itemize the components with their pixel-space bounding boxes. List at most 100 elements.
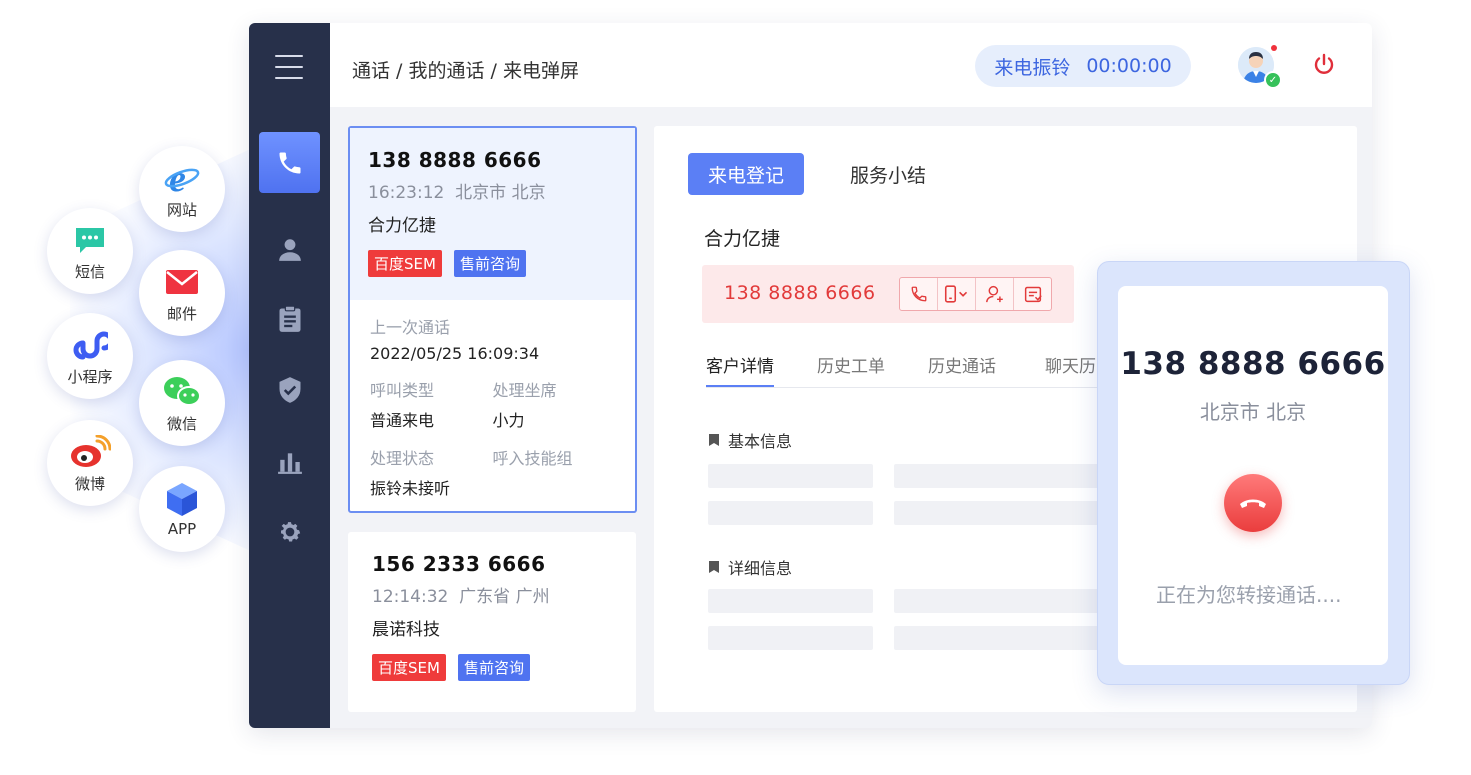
call-number: 138 8888 6666 [368, 148, 542, 172]
channel-app[interactable]: APP [139, 466, 225, 552]
section-basic-title: 基本信息 [728, 432, 793, 451]
phone-icon [279, 152, 300, 173]
incoming-call-popup: 138 8888 6666 北京市 北京 正在为您转接通话.... [1097, 261, 1410, 685]
call-type-label: 呼叫类型 [370, 381, 435, 400]
placeholder-bar [708, 464, 873, 488]
mobile-dropdown-button[interactable] [938, 278, 976, 310]
nav-tickets[interactable] [259, 288, 320, 349]
ticket-icon [1024, 286, 1042, 303]
phone-tools [899, 277, 1052, 311]
envelope-icon [165, 263, 199, 301]
call-card-active[interactable]: 138 8888 6666 16:23:12 北京市 北京 合力亿捷 百度SEM… [348, 126, 637, 513]
channel-sms-label: 短信 [74, 262, 105, 281]
channel-miniprogram-label: 小程序 [67, 367, 113, 386]
nav-settings[interactable] [259, 501, 320, 562]
incoming-number: 138 8888 6666 [1120, 346, 1386, 382]
power-icon[interactable] [1312, 53, 1336, 77]
tab-customer-detail[interactable]: 客户详情 [706, 352, 774, 387]
call-time: 12:14:32 [372, 587, 449, 607]
channel-website[interactable]: e 网站 [139, 146, 225, 232]
placeholder-bar [894, 464, 1104, 488]
call-meta: 12:14:32 广东省 广州 [372, 582, 612, 607]
tag-source: 百度SEM [368, 250, 442, 277]
channel-weibo[interactable]: 微博 [47, 420, 133, 506]
customer-name: 合力亿捷 [704, 228, 781, 250]
miniprogram-icon [72, 326, 108, 364]
placeholder-bar [894, 626, 1104, 650]
call-number: 156 2333 6666 [372, 552, 546, 576]
call-detail: 上一次通话 2022/05/25 16:09:34 呼叫类型 普通来电 处理坐席… [350, 300, 635, 513]
notification-dot [1271, 45, 1277, 51]
status-label: 处理状态 [370, 449, 435, 468]
call-location: 广东省 广州 [459, 587, 550, 607]
agent-label: 处理坐席 [492, 381, 557, 400]
ticket-button[interactable] [1014, 278, 1051, 310]
call-type-value: 普通来电 [370, 411, 435, 430]
tab-call-register[interactable]: 来电登记 [688, 153, 804, 195]
nav-calls[interactable] [259, 132, 320, 193]
call-company: 合力亿捷 [368, 216, 436, 236]
call-meta: 16:23:12 北京市 北京 [368, 178, 617, 203]
call-tags: 百度SEM 售前咨询 [372, 654, 612, 681]
call-timer: 00:00:00 [1086, 55, 1172, 77]
call-button[interactable] [900, 278, 938, 310]
tag-category: 售前咨询 [453, 250, 526, 277]
last-call-value: 2022/05/25 16:09:34 [370, 344, 540, 363]
stage: e 网站 短信 邮件 小程序 微信 微博 APP 通话 / 我的通话 / 来电弹… [0, 0, 1471, 775]
bookmark-icon [709, 434, 719, 446]
hangup-button[interactable] [1224, 474, 1282, 532]
channel-miniprogram[interactable]: 小程序 [47, 313, 133, 399]
hangup-icon [1240, 499, 1266, 508]
mobile-icon [944, 285, 967, 303]
agent-value: 小力 [492, 411, 525, 430]
nav-customers[interactable] [259, 218, 320, 279]
customer-subtabs: 客户详情 历史工单 历史通话 聊天历 [706, 352, 1098, 388]
channel-app-label: APP [167, 520, 197, 538]
breadcrumb: 通话 / 我的通话 / 来电弹屏 [352, 60, 579, 82]
channel-weibo-label: 微博 [74, 474, 105, 493]
channel-email[interactable]: 邮件 [139, 250, 225, 336]
transfer-status: 正在为您转接通话.... [1156, 583, 1342, 607]
section-detail-info: 详细信息 [708, 555, 792, 579]
cube-icon [165, 480, 199, 518]
menu-toggle-icon[interactable] [275, 55, 303, 88]
tab-call-history[interactable]: 历史通话 [928, 352, 996, 377]
avatar[interactable]: ✓ [1238, 45, 1282, 89]
last-call-label: 上一次通话 [370, 318, 451, 337]
bookmark-icon [709, 561, 719, 573]
status-value: 振铃未接听 [370, 479, 451, 498]
tab-ticket-history[interactable]: 历史工单 [817, 352, 885, 377]
phone-box: 138 8888 6666 [702, 265, 1074, 323]
clipboard-icon [279, 305, 300, 332]
tag-source: 百度SEM [372, 654, 446, 681]
online-check-icon: ✓ [1264, 71, 1282, 89]
add-contact-button[interactable] [976, 278, 1014, 310]
call-tags: 百度SEM 售前咨询 [368, 250, 617, 277]
nav-quality[interactable] [259, 359, 320, 420]
gear-icon [280, 521, 300, 542]
call-card[interactable]: 156 2333 6666 12:14:32 广东省 广州 晨诺科技 百度SEM… [348, 532, 636, 712]
incoming-call-card: 138 8888 6666 北京市 北京 正在为您转接通话.... [1118, 286, 1388, 665]
call-company: 晨诺科技 [372, 620, 440, 640]
user-icon [278, 238, 301, 261]
tab-service-summary[interactable]: 服务小结 [850, 153, 926, 195]
nav-reports[interactable] [259, 431, 320, 492]
placeholder-bar [708, 589, 873, 613]
channel-email-label: 邮件 [166, 304, 197, 323]
channel-sms[interactable]: 短信 [47, 208, 133, 294]
section-basic-info: 基本信息 [708, 428, 792, 452]
tab-chat-history[interactable]: 聊天历 [1045, 352, 1096, 377]
wechat-icon [162, 373, 202, 411]
ring-status-pill: 来电振铃 00:00:00 [975, 45, 1191, 87]
tag-category: 售前咨询 [457, 654, 530, 681]
add-user-icon [985, 285, 1003, 303]
section-detail-title: 详细信息 [728, 559, 793, 578]
channel-wechat-label: 微信 [166, 414, 197, 433]
customer-phone: 138 8888 6666 [724, 282, 876, 304]
placeholder-bar [894, 589, 1104, 613]
bar-chart-icon [277, 452, 302, 474]
svg-text:e: e [169, 160, 186, 196]
ie-icon: e [163, 159, 201, 197]
channel-wechat[interactable]: 微信 [139, 360, 225, 446]
call-time: 16:23:12 [368, 183, 445, 203]
